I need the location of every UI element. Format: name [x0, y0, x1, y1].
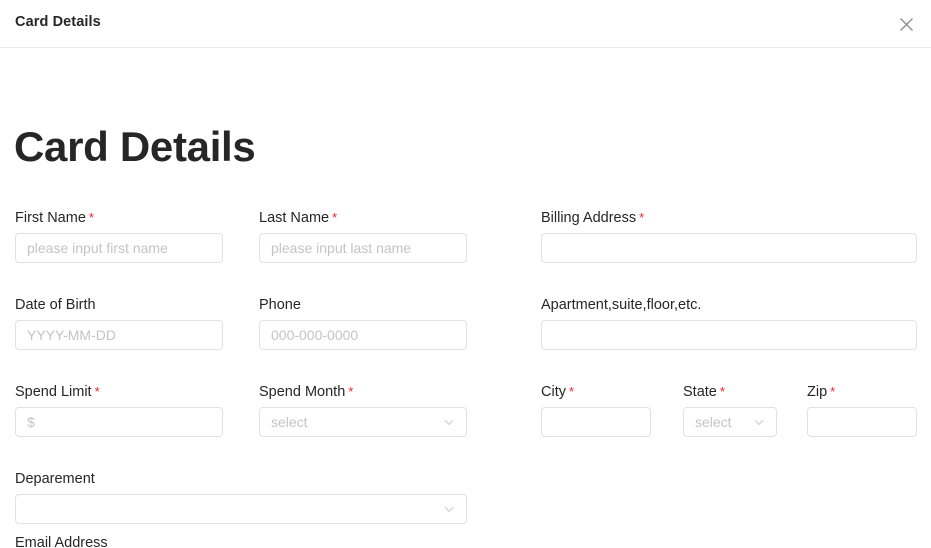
required-asterisk: *	[348, 384, 353, 399]
date-of-birth-input[interactable]	[15, 320, 223, 350]
field-phone: Phone	[259, 296, 467, 350]
last-name-input[interactable]	[259, 233, 467, 263]
field-zip: Zip*	[807, 383, 917, 437]
apartment-input[interactable]	[541, 320, 917, 350]
field-billing-address: Billing Address*	[541, 209, 917, 263]
field-state: State* select	[683, 383, 777, 437]
city-input[interactable]	[541, 407, 651, 437]
department-select[interactable]	[15, 494, 467, 524]
label-apartment-text: Apartment,suite,floor,etc.	[541, 297, 701, 313]
state-select-value: select	[695, 414, 747, 430]
field-department: Deparement	[15, 470, 467, 524]
field-date-of-birth: Date of Birth	[15, 296, 223, 350]
label-spend-limit-text: Spend Limit	[15, 384, 92, 400]
required-asterisk: *	[95, 384, 100, 399]
state-select[interactable]: select	[683, 407, 777, 437]
label-city-text: City	[541, 384, 566, 400]
chevron-down-icon	[753, 416, 765, 428]
window-header-title: Card Details	[15, 14, 101, 30]
window-header: Card Details	[0, 0, 931, 48]
required-asterisk: *	[569, 384, 574, 399]
label-spend-month: Spend Month*	[259, 383, 467, 401]
label-city: City*	[541, 383, 651, 401]
label-phone-text: Phone	[259, 297, 301, 313]
phone-input[interactable]	[259, 320, 467, 350]
field-first-name: First Name*	[15, 209, 223, 263]
label-state-text: State	[683, 384, 717, 400]
field-city: City*	[541, 383, 651, 437]
label-zip: Zip*	[807, 383, 917, 401]
label-department-text: Deparement	[15, 471, 95, 487]
zip-input[interactable]	[807, 407, 917, 437]
field-spend-month: Spend Month* select	[259, 383, 467, 437]
label-state: State*	[683, 383, 777, 401]
field-email-address: Email Address	[15, 534, 467, 548]
label-billing-address: Billing Address*	[541, 209, 917, 227]
label-zip-text: Zip	[807, 384, 827, 400]
label-last-name: Last Name*	[259, 209, 467, 227]
required-asterisk: *	[332, 210, 337, 225]
required-asterisk: *	[89, 210, 94, 225]
billing-address-input[interactable]	[541, 233, 917, 263]
label-department: Deparement	[15, 470, 467, 488]
label-phone: Phone	[259, 296, 467, 314]
close-button[interactable]	[891, 9, 921, 39]
chevron-down-icon	[443, 416, 455, 428]
label-last-name-text: Last Name	[259, 210, 329, 226]
label-first-name: First Name*	[15, 209, 223, 227]
required-asterisk: *	[720, 384, 725, 399]
page-title: Card Details	[14, 126, 256, 168]
spend-limit-input[interactable]	[15, 407, 223, 437]
first-name-input[interactable]	[15, 233, 223, 263]
field-last-name: Last Name*	[259, 209, 467, 263]
label-date-of-birth-text: Date of Birth	[15, 297, 96, 313]
chevron-down-icon	[443, 503, 455, 515]
label-apartment: Apartment,suite,floor,etc.	[541, 296, 917, 314]
label-spend-limit: Spend Limit*	[15, 383, 223, 401]
label-email-address-text: Email Address	[15, 535, 108, 548]
label-date-of-birth: Date of Birth	[15, 296, 223, 314]
label-billing-address-text: Billing Address	[541, 210, 636, 226]
field-apartment: Apartment,suite,floor,etc.	[541, 296, 917, 350]
field-spend-limit: Spend Limit*	[15, 383, 223, 437]
close-icon	[899, 17, 914, 32]
spend-month-select[interactable]: select	[259, 407, 467, 437]
label-email-address: Email Address	[15, 534, 467, 548]
label-first-name-text: First Name	[15, 210, 86, 226]
required-asterisk: *	[639, 210, 644, 225]
required-asterisk: *	[830, 384, 835, 399]
spend-month-select-value: select	[271, 414, 437, 430]
label-spend-month-text: Spend Month	[259, 384, 345, 400]
page-body: Card Details First Name* Last Name* Bill…	[0, 48, 931, 548]
